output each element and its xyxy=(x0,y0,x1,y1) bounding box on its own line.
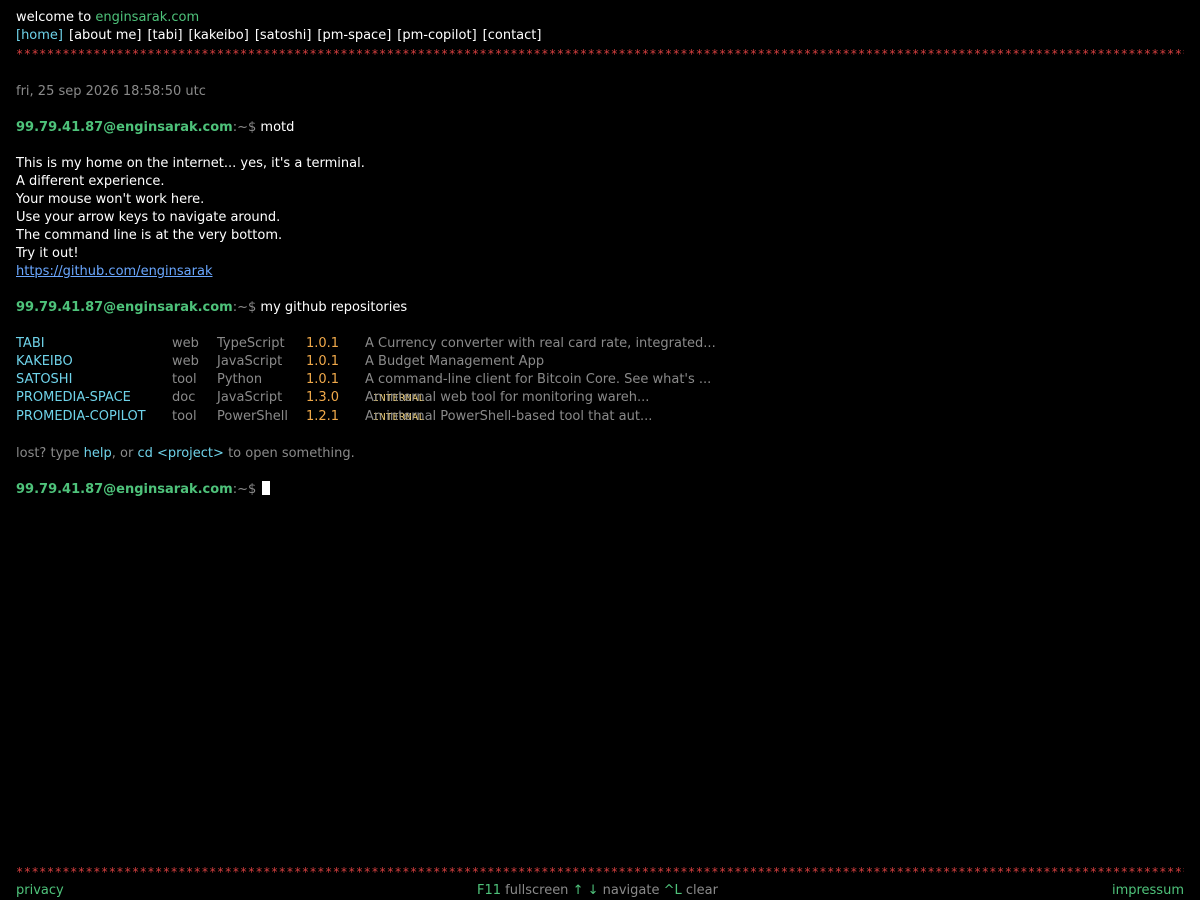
bottom-divider: ****************************************… xyxy=(16,865,1184,879)
f11-key: F11 xyxy=(477,883,502,898)
top-divider: ****************************************… xyxy=(16,47,1184,61)
ctrl-l-key: ^L xyxy=(663,883,682,898)
repo-description-text: A Currency converter with real card rate… xyxy=(365,336,716,351)
repo-version: 1.0.1 xyxy=(306,354,340,369)
nav-pm-copilot[interactable]: [pm-copilot] xyxy=(397,28,476,43)
hint-rest: to open something. xyxy=(228,446,355,461)
nav-about-me[interactable]: [about me] xyxy=(69,28,141,43)
clear-label: clear xyxy=(685,883,718,898)
repo-language: JavaScript xyxy=(217,390,283,405)
fullscreen-label: fullscreen xyxy=(505,883,569,898)
repo-row[interactable]: KAKEIBO web JavaScript 1.0.1 A Budget Ma… xyxy=(16,353,1016,371)
repo-version: 1.3.0 xyxy=(306,390,340,405)
keyboard-hints: F11 fullscreen ↑ ↓ navigate ^L clear xyxy=(477,882,718,900)
top-nav: [home] [about me] [tabi] [kakeibo] [satoshi]… xyxy=(16,27,547,45)
text-cursor[interactable] xyxy=(262,481,271,495)
welcome-line: welcome to enginsarak.com xyxy=(16,9,199,27)
github-link-line: https://github.com/enginsarak xyxy=(16,263,213,281)
motd-line: A different experience. xyxy=(16,174,165,189)
motd-line: Try it out! xyxy=(16,246,79,261)
prompt-path: :~$ xyxy=(232,120,257,135)
prompt-user-host: 99.79.41.87@enginsarak.com xyxy=(16,300,233,315)
repo-type: tool xyxy=(172,409,197,424)
impressum-link[interactable]: impressum xyxy=(1112,882,1184,900)
repo-row[interactable]: SATOSHI tool Python 1.0.1 A command-line… xyxy=(16,371,1016,389)
nav-satoshi[interactable]: [satoshi] xyxy=(255,28,312,43)
nav-kakeibo[interactable]: [kakeibo] xyxy=(189,28,249,43)
help-hint: lost? type help, or cd <project> to open… xyxy=(16,445,355,463)
hint-help-command[interactable]: help xyxy=(84,446,112,461)
motd-line: Use your arrow keys to navigate around. xyxy=(16,210,281,225)
repo-type: web xyxy=(172,336,199,351)
hint-lost: lost? type xyxy=(16,446,80,461)
motd-line: Your mouse won't work here. xyxy=(16,192,205,207)
privacy-link[interactable]: privacy xyxy=(16,882,64,900)
nav-tabi[interactable]: [tabi] xyxy=(147,28,182,43)
repo-description: An internal PowerShell-based tool that a… xyxy=(365,408,652,427)
repo-version: 1.0.1 xyxy=(306,372,340,387)
repo-language: TypeScript xyxy=(217,336,285,351)
welcome-prefix: welcome to xyxy=(16,10,92,25)
nav-home[interactable]: [home] xyxy=(16,28,63,43)
hint-cd-command[interactable]: cd <project> xyxy=(137,446,223,461)
repo-name[interactable]: PROMEDIA-SPACE xyxy=(16,389,131,407)
repo-row[interactable]: TABI web TypeScript 1.0.1 A Currency con… xyxy=(16,335,1016,353)
repo-name[interactable]: SATOSHI xyxy=(16,371,72,389)
repo-type: doc xyxy=(172,390,196,405)
repo-language: PowerShell xyxy=(217,409,289,424)
repo-type: web xyxy=(172,354,199,369)
github-link[interactable]: https://github.com/enginsarak xyxy=(16,264,213,279)
hint-or: , or xyxy=(111,446,134,461)
repo-description-text: An internal PowerShell-based tool that a… xyxy=(365,409,653,424)
repo-description-text: A Budget Management App xyxy=(365,354,545,369)
repo-row[interactable]: PROMEDIA-COPILOT tool PowerShell 1.2.1 A… xyxy=(16,408,1016,426)
prompt-line-repos: 99.79.41.87@enginsarak.com:~$ my github … xyxy=(16,299,407,317)
nav-pm-space[interactable]: [pm-space] xyxy=(317,28,391,43)
repo-language: Python xyxy=(217,372,263,387)
prompt-user-host: 99.79.41.87@enginsarak.com xyxy=(16,120,233,135)
command-text: motd xyxy=(260,120,295,135)
prompt-path: :~$ xyxy=(232,300,257,315)
repo-description-text: An internal web tool for monitoring ware… xyxy=(365,390,650,405)
repo-version: 1.0.1 xyxy=(306,336,340,351)
motd-line: The command line is at the very bottom. xyxy=(16,228,283,243)
repo-name[interactable]: PROMEDIA-COPILOT xyxy=(16,408,146,426)
timestamp: fri, 25 sep 2026 18:58:50 utc xyxy=(16,84,206,99)
prompt-path: :~$ xyxy=(232,482,257,497)
repo-language: JavaScript xyxy=(217,354,283,369)
nav-contact[interactable]: [contact] xyxy=(483,28,542,43)
repo-version: 1.2.1 xyxy=(306,409,340,424)
navigate-label: navigate xyxy=(602,883,660,898)
prompt-line-motd: 99.79.41.87@enginsarak.com:~$ motd xyxy=(16,119,294,137)
command-line[interactable]: 99.79.41.87@enginsarak.com:~$ xyxy=(16,481,271,499)
repo-name[interactable]: KAKEIBO xyxy=(16,353,73,371)
motd-line: This is my home on the internet... yes, … xyxy=(16,156,365,171)
arrow-keys-icon: ↑ ↓ xyxy=(572,883,599,898)
repo-name[interactable]: TABI xyxy=(16,335,45,353)
repo-description: An internal web tool for monitoring ware… xyxy=(365,389,649,408)
repo-type: tool xyxy=(172,372,197,387)
repo-row[interactable]: PROMEDIA-SPACE doc JavaScript 1.3.0 An i… xyxy=(16,389,1016,407)
site-name: enginsarak.com xyxy=(95,10,200,25)
command-text: my github repositories xyxy=(260,300,408,315)
repo-description-text: A command-line client for Bitcoin Core. … xyxy=(365,372,712,387)
prompt-user-host: 99.79.41.87@enginsarak.com xyxy=(16,482,233,497)
